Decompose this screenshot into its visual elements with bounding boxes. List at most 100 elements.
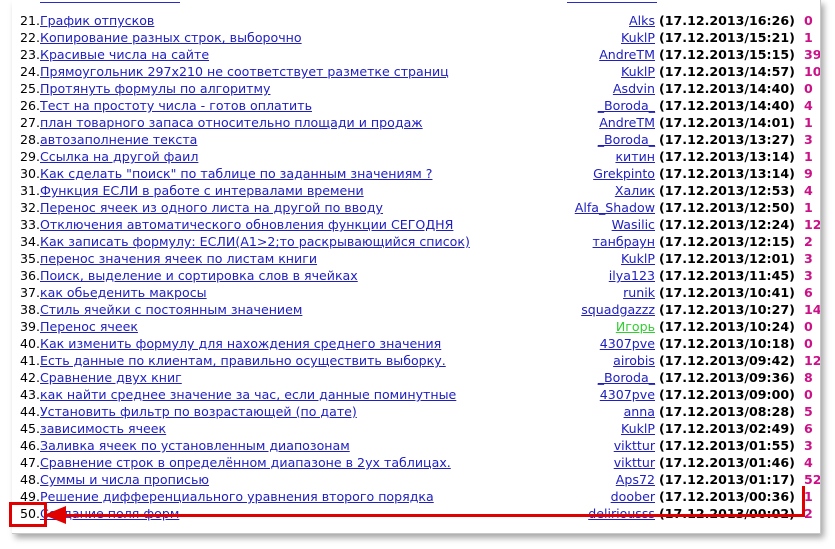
topic-number: 48.: [20, 472, 41, 487]
topic-row: 42. Сравнение двух книг _Boroda_ (17.12.201…: [12, 369, 820, 386]
topic-title-link[interactable]: Установить фильтр по возрастающей (по да…: [40, 403, 357, 420]
topic-number: 24.: [20, 64, 41, 79]
topic-title-link[interactable]: Перенос ячеек из одного листа на другой …: [40, 199, 383, 216]
topic-title-link[interactable]: Ссылка на другой фаил: [40, 148, 198, 165]
topic-date: (17.12.2013/15:21): [659, 30, 795, 45]
topic-author-link[interactable]: танбраун: [593, 233, 655, 250]
reply-count: 0: [804, 387, 813, 402]
topic-date: (17.12.2013/12:53): [659, 183, 795, 198]
topic-number: 25.: [20, 81, 41, 96]
topic-author-link[interactable]: KuklP: [621, 29, 655, 46]
topic-date: (17.12.2013/15:15): [659, 47, 795, 62]
topic-author-link[interactable]: _Boroda_: [598, 369, 655, 386]
topic-title-link[interactable]: Функция ЕСЛИ в работе с интервалами врем…: [40, 182, 364, 199]
topic-title-link[interactable]: перенос значения ячеек по листам книги: [40, 250, 317, 267]
topic-title-link[interactable]: Тест на простоту числа - готов оплатить: [40, 97, 312, 114]
topic-title-link[interactable]: как обьеденить макросы: [40, 284, 207, 301]
topic-author-link[interactable]: 4307pve: [600, 335, 655, 352]
topic-author-link[interactable]: runik: [623, 284, 655, 301]
topic-title-link[interactable]: Стиль ячейки с постоянным значением: [40, 301, 302, 318]
reply-count: 1: [804, 489, 813, 504]
topic-row: 44. Установить фильтр по возрастающей (по…: [12, 403, 820, 420]
topic-author-link[interactable]: _Boroda_: [598, 131, 655, 148]
topic-title-link[interactable]: план товарного запаса относительно площа…: [40, 114, 423, 131]
topic-title-link[interactable]: Поиск, выделение и сортировка слов в яче…: [40, 267, 358, 284]
topic-author-link[interactable]: vikttur: [614, 454, 655, 471]
topic-number: 22.: [20, 30, 41, 45]
reply-count: 2: [804, 234, 813, 249]
topic-number: 32.: [20, 200, 41, 215]
topic-date: (17.12.2013/14:40): [659, 81, 795, 96]
topic-title-link[interactable]: Отключения автоматического обновления фу…: [40, 216, 453, 233]
topic-date: (17.12.2013/12:50): [659, 200, 795, 215]
topic-author-link[interactable]: squadgazzz: [581, 301, 655, 318]
topic-number: 27.: [20, 115, 41, 130]
reply-count: 1: [804, 115, 813, 130]
reply-count: 39: [804, 47, 821, 62]
topic-number: 41.: [20, 353, 41, 368]
topic-date: (17.12.2013/12:01): [659, 251, 795, 266]
topic-title-link[interactable]: Суммы и числа прописью: [40, 471, 209, 488]
topic-row: 38. Стиль ячейки с постоянным значением sq…: [12, 301, 820, 318]
topic-title-link[interactable]: Заливка ячеек по установленным диапозона…: [40, 437, 350, 454]
topic-author-link[interactable]: Wasilic: [612, 216, 655, 233]
annotation-arrow-head: [44, 506, 66, 524]
topic-title-link[interactable]: Протянуть формулы по алгоритму: [40, 80, 270, 97]
topic-author-link[interactable]: AndreTM: [599, 114, 655, 131]
topic-title-link[interactable]: Как записать формулу: ЕСЛИ(A1>2;то раскр…: [40, 233, 470, 250]
topic-author-link[interactable]: airobis: [613, 352, 655, 369]
topic-author-link[interactable]: _Boroda_: [598, 97, 655, 114]
topic-date: (17.12.2013/01:46): [659, 455, 795, 470]
topic-title-link[interactable]: Красивые числа на сайте: [40, 46, 209, 63]
topic-author-link[interactable]: Alfa_Shadow: [575, 199, 655, 216]
topic-author-link[interactable]: Aps72: [616, 471, 655, 488]
topic-date: (17.12.2013/10:18): [659, 336, 795, 351]
topic-author-link[interactable]: Asdvin: [613, 80, 655, 97]
topic-author-link[interactable]: Alks: [629, 12, 655, 29]
reply-count: 1: [804, 30, 813, 45]
topic-number: 26.: [20, 98, 41, 113]
topic-list: 21. График отпусков Alks (17.12.2013/16:26)…: [12, 12, 820, 522]
topic-author-link[interactable]: AndreTM: [599, 46, 655, 63]
forum-topic-list-panel: 21. График отпусков Alks (17.12.2013/16:26)…: [12, 0, 821, 534]
topic-number: 29.: [20, 149, 41, 164]
topic-date: (17.12.2013/14:40): [659, 98, 795, 113]
topic-author-link[interactable]: Grekpinto: [593, 165, 655, 182]
topic-author-link[interactable]: KuklP: [621, 420, 655, 437]
topic-author-link[interactable]: vikttur: [614, 437, 655, 454]
topic-number: 34.: [20, 234, 41, 249]
topic-author-link[interactable]: doober: [611, 488, 655, 505]
reply-count: 1: [804, 200, 813, 215]
topic-title-link[interactable]: Перенос ячеек: [40, 318, 138, 335]
topic-title-link[interactable]: зависимость ячеек: [40, 420, 166, 437]
topic-title-link[interactable]: Есть данные по клиентам, правильно осуще…: [40, 352, 446, 369]
topic-author-link[interactable]: anna: [624, 403, 655, 420]
reply-count: 3: [804, 268, 813, 283]
topic-row: 28. автозаполнение текста _Boroda_ (17.12.2…: [12, 131, 820, 148]
topic-number: 21.: [20, 13, 41, 28]
topic-row: 27. план товарного запаса относительно пл…: [12, 114, 820, 131]
topic-title-link[interactable]: Как изменить формулу для нахождения сред…: [40, 335, 441, 352]
topic-title-link[interactable]: автозаполнение текста: [40, 131, 197, 148]
topic-author-link[interactable]: KuklP: [621, 63, 655, 80]
topic-date: (17.12.2013/10:24): [659, 319, 795, 334]
topic-author-link[interactable]: KuklP: [621, 250, 655, 267]
topic-title-link[interactable]: Сравнение двух книг: [40, 369, 182, 386]
topic-author-link[interactable]: китин: [615, 148, 655, 165]
topic-row: 47. Сравнение строк в определённом диапаз…: [12, 454, 820, 471]
topic-author-link[interactable]: Игорь: [616, 318, 655, 335]
topic-author-link[interactable]: Халик: [615, 182, 655, 199]
topic-title-link[interactable]: Копирование разных строк, выборочно: [40, 29, 302, 46]
topic-title-link[interactable]: Прямоугольник 297х210 не соответствует р…: [40, 63, 449, 80]
topic-title-link[interactable]: Как сделать "поиск" по таблице по заданн…: [40, 165, 432, 182]
topic-row: 48. Суммы и числа прописью Aps72 (17.12.201…: [12, 471, 820, 488]
topic-author-link[interactable]: ilya123: [609, 267, 655, 284]
reply-count: 0: [804, 81, 813, 96]
topic-title-link[interactable]: Сравнение строк в определённом диапазоне…: [40, 454, 451, 471]
topic-title-link[interactable]: График отпусков: [40, 12, 154, 29]
topic-number: 43.: [20, 387, 41, 402]
topic-author-link[interactable]: 4307pve: [600, 386, 655, 403]
topic-title-link[interactable]: Решение дифференциального уравнения втор…: [40, 488, 434, 505]
topic-title-link[interactable]: как найти среднее значение за час, если …: [40, 386, 456, 403]
topic-row: 29. Ссылка на другой фаил китин (17.12.2013…: [12, 148, 820, 165]
